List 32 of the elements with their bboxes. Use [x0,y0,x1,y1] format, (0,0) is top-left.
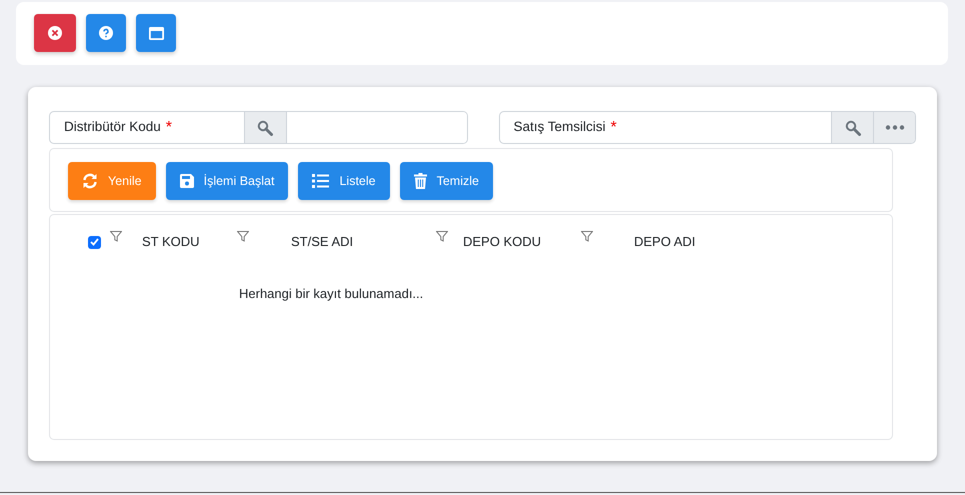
help-button[interactable] [86,14,126,52]
filter-icon[interactable] [436,230,448,242]
select-all-checkbox[interactable] [88,236,101,248]
more-icon [884,125,904,130]
search-icon [844,120,860,136]
search-button[interactable] [831,112,873,143]
column-header[interactable]: ST/SE ADI [291,232,399,252]
window-icon [148,26,164,40]
toolbar-button[interactable]: Temizle [400,162,493,200]
toolbar-button[interactable]: İşlemi Başlat [166,162,288,200]
trash-icon [414,173,427,189]
lookup-field[interactable]: Distribütör Kodu * [49,111,468,144]
column-header[interactable]: DEPO ADI [634,232,714,252]
field-label: Distribütör Kodu * [63,118,174,138]
window-button[interactable] [136,14,176,52]
refresh-icon [82,173,98,189]
filter-icon[interactable] [237,230,249,242]
search-button[interactable] [244,112,286,143]
more-button[interactable] [873,112,915,143]
lookup-field[interactable]: Satış Temsilcisi * [498,111,916,144]
filter-icon[interactable] [581,230,593,242]
toolbar-button[interactable]: Listele [298,162,390,200]
empty-message: Herhangi bir kayıt bulunamadı... [239,285,424,303]
field-label: Satış Temsilcisi * [512,118,618,138]
circle-x-icon [48,26,62,40]
help-icon [99,26,113,40]
list-icon [312,174,330,188]
column-header[interactable]: ST KODU [142,232,222,252]
search-icon [257,120,274,136]
filter-icon[interactable] [110,230,122,242]
column-header[interactable]: DEPO KODU [463,232,561,252]
close-button[interactable] [34,14,76,52]
